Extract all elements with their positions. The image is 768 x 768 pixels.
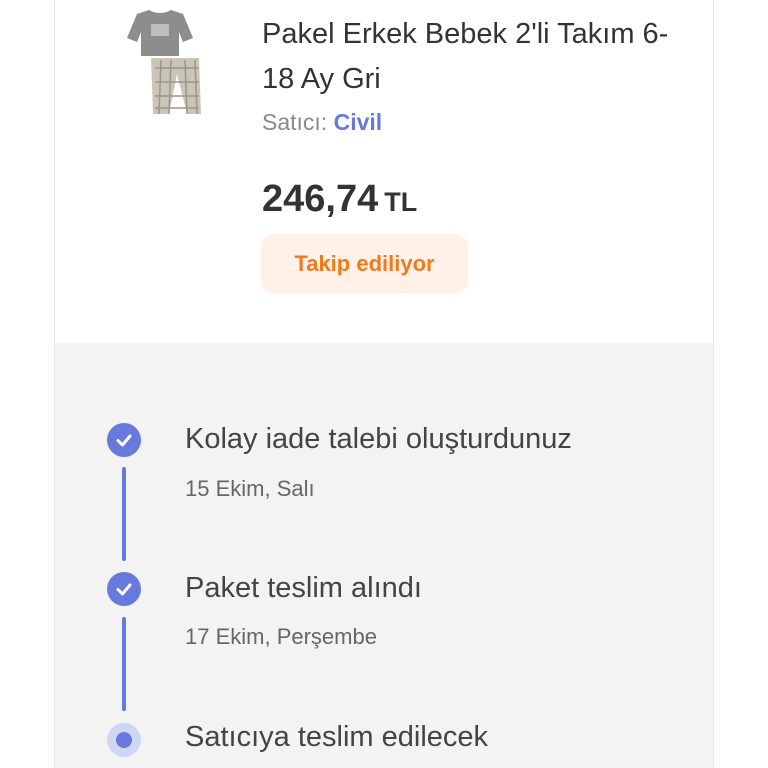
step-date: 17 Ekim, Perşembe (185, 624, 377, 649)
step-title: Satıcıya teslim edilecek (185, 721, 489, 753)
check-icon (107, 572, 141, 606)
order-card: Pakel Erkek Bebek 2'li Takım 6-18 Ay Gri… (54, 0, 714, 768)
follow-button[interactable]: Takip ediliyor (261, 234, 468, 293)
product-title[interactable]: Pakel Erkek Bebek 2'li Takım 6-18 Ay Gri (262, 12, 682, 102)
seller-info: Satıcı: Civil (262, 109, 382, 136)
timeline-connector (122, 617, 126, 711)
step-title: Kolay iade talebi oluşturdunuz (185, 423, 572, 455)
step-title: Paket teslim alındı (185, 572, 422, 604)
current-dot-icon (107, 723, 141, 757)
product-image[interactable] (115, 8, 205, 116)
check-icon (107, 423, 141, 457)
pajama-set-thumbnail (127, 10, 201, 115)
product-price: 246,74 TL (262, 178, 417, 221)
step-date: 15 Ekim, Salı (185, 476, 315, 501)
seller-name-link[interactable]: Civil (334, 109, 383, 135)
seller-label: Satıcı: (262, 109, 328, 135)
return-timeline: Kolay iade talebi oluşturdunuz 15 Ekim, … (55, 343, 713, 768)
price-currency: TL (384, 187, 418, 217)
price-amount: 246,74 (262, 178, 379, 220)
timeline-connector (122, 467, 126, 561)
product-section: Pakel Erkek Bebek 2'li Takım 6-18 Ay Gri… (55, 0, 713, 343)
